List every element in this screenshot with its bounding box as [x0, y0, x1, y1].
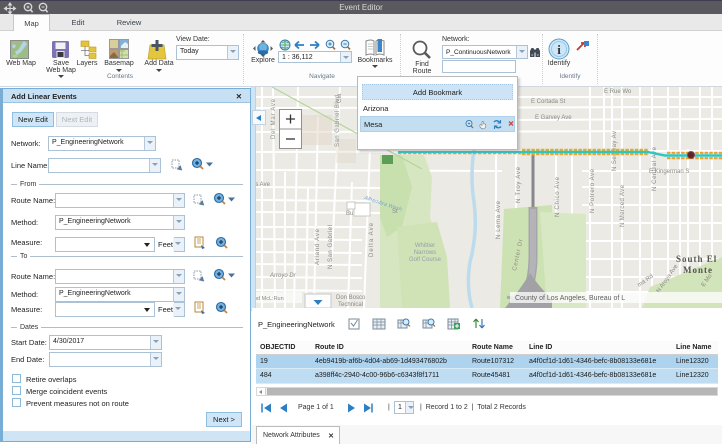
svg-text:E Kingerman S: E Kingerman S	[649, 169, 689, 175]
svg-text:i: i	[557, 42, 561, 57]
svg-text:South El: South El	[676, 254, 717, 264]
svg-text:N San Gabriel: N San Gabriel	[328, 225, 334, 269]
svg-text:County of Los Angeles, Bureau: County of Los Angeles, Bureau of L	[515, 295, 625, 302]
svg-text:Delta Ave: Delta Ave	[369, 222, 375, 257]
svg-text:Narrows: Narrows	[414, 250, 436, 256]
svg-text:od McL:Run: od McL:Run	[254, 296, 284, 302]
svg-text:Gla: Gla	[337, 93, 343, 103]
svg-text:Del Mar Ave: Del Mar Ave	[271, 98, 277, 139]
svg-text:N Potrero Ave: N Potrero Ave	[590, 168, 596, 213]
svg-text:Arland Ave: Arland Ave	[315, 228, 321, 265]
svg-text:N Lema Ave: N Lema Ave	[496, 200, 502, 239]
svg-text:E Rue Wo: E Rue Wo	[604, 89, 632, 95]
svg-text:Whittier: Whittier	[415, 243, 435, 249]
svg-text:N Chico Ave: N Chico Ave	[555, 176, 561, 217]
svg-text:N Merced Ave: N Merced Ave	[620, 184, 626, 227]
svg-text:Don Bosco: Don Bosco	[336, 295, 366, 301]
svg-text:N Troy Ave: N Troy Ave	[516, 166, 522, 203]
svg-text:E Cortada St: E Cortada St	[531, 99, 566, 105]
svg-text:E Garvey Ave: E Garvey Ave	[535, 115, 572, 121]
svg-text:Golf Course: Golf Course	[409, 257, 442, 263]
svg-text:Monte: Monte	[683, 265, 713, 275]
svg-text:Arroyo Dr: Arroyo Dr	[269, 273, 297, 279]
